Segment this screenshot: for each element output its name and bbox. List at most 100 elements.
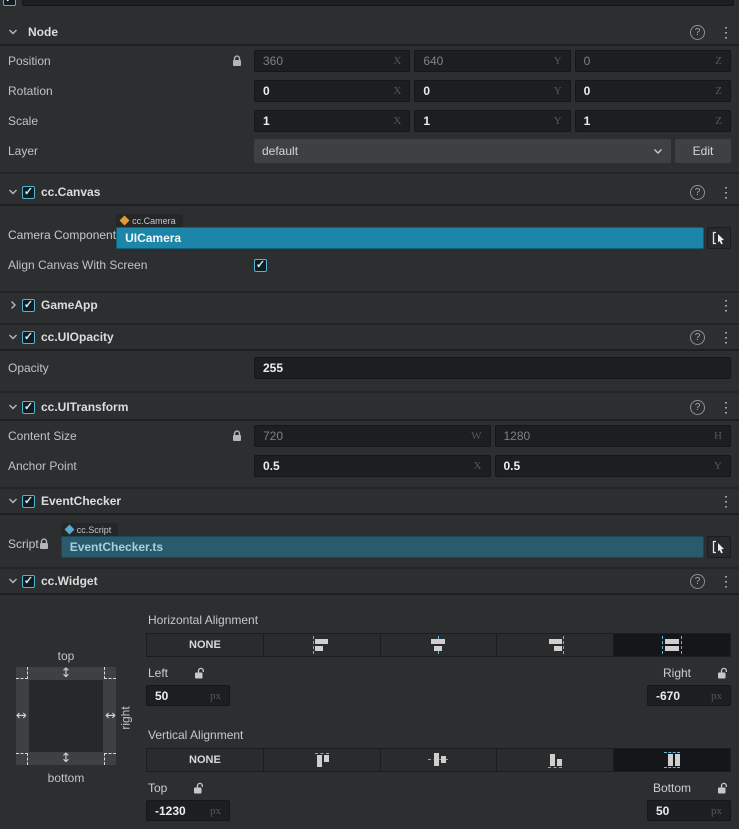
widget-bottom-field[interactable]: 50 px — [647, 800, 731, 821]
top-unlock-icon[interactable] — [193, 782, 205, 795]
updown-arrow-icon: ↕ — [60, 666, 72, 681]
kebab-menu-icon[interactable]: ⋮ — [719, 298, 733, 312]
widget-section-header[interactable]: ✓ cc.Widget ? ⋮ — [0, 569, 739, 593]
rotation-row: Rotation 0X 0Y 0Z — [0, 76, 739, 106]
halign-stretch-button[interactable] — [614, 634, 730, 656]
eventchecker-section-title: EventChecker — [41, 494, 122, 508]
node-section-header[interactable]: Node ? ⋮ — [0, 20, 739, 44]
diagram-bottom-label: bottom — [47, 771, 85, 785]
uiopacity-enabled-checkbox[interactable]: ✓ — [22, 330, 35, 344]
kebab-menu-icon[interactable]: ⋮ — [719, 494, 733, 508]
scale-x-field[interactable]: 1X — [254, 110, 411, 132]
leftright-arrow-icon: ↔ — [105, 708, 116, 724]
eventchecker-section-header[interactable]: ✓ EventChecker ⋮ — [0, 489, 739, 513]
rotation-z-field[interactable]: 0Z — [574, 80, 731, 102]
bottom-label: Bottom — [652, 781, 691, 795]
diagram-right-label: right — [118, 706, 133, 730]
layer-edit-button[interactable]: Edit — [675, 139, 731, 163]
kebab-menu-icon[interactable]: ⋮ — [719, 25, 733, 39]
anchor-y-field[interactable]: 0.5 Y — [494, 455, 731, 477]
widget-right-field[interactable]: -670 px — [647, 685, 731, 706]
help-icon[interactable]: ? — [690, 184, 705, 200]
kebab-menu-icon[interactable]: ⋮ — [719, 185, 733, 199]
halign-left-button[interactable] — [264, 634, 381, 656]
diagram-corner — [104, 753, 116, 765]
script-reference-field[interactable]: EventChecker.ts — [60, 536, 704, 558]
chevron-down-icon[interactable] — [8, 332, 22, 342]
help-icon[interactable]: ? — [690, 24, 705, 40]
rotation-y-field[interactable]: 0Y — [414, 80, 571, 102]
layer-label: Layer — [8, 144, 39, 158]
diagram-corner — [104, 667, 116, 679]
valign-middle-button[interactable] — [381, 749, 498, 771]
position-y-field[interactable]: 640 Y — [414, 50, 571, 72]
node-active-checkbox[interactable]: ✓ — [3, 0, 16, 6]
scale-y-field[interactable]: 1Y — [414, 110, 571, 132]
camera-reference-field[interactable]: UICamera — [116, 227, 704, 249]
canvas-enabled-checkbox[interactable]: ✓ — [22, 185, 35, 199]
content-size-row: Content Size 720 W 1280 H — [0, 421, 739, 451]
opacity-field[interactable]: 255 — [254, 357, 731, 379]
help-icon[interactable]: ? — [690, 329, 705, 345]
valign-none-button[interactable]: NONE — [147, 749, 264, 771]
position-lock-icon[interactable] — [232, 55, 254, 67]
left-unlock-icon[interactable] — [194, 667, 206, 680]
canvas-section-header[interactable]: ✓ cc.Canvas ? ⋮ — [0, 180, 739, 204]
camera-type-tag: cc.Camera — [116, 214, 183, 227]
right-label: Right — [662, 666, 691, 680]
anchor-x-field[interactable]: 0.5 X — [254, 455, 491, 477]
uitransform-section-header[interactable]: ✓ cc.UITransform ? ⋮ — [0, 395, 739, 419]
chevron-down-icon[interactable] — [8, 187, 22, 197]
diagram-left-label: left — [0, 708, 1, 724]
align-stretch-vertical-icon — [657, 751, 687, 769]
layer-select[interactable]: default — [254, 139, 671, 163]
horizontal-alignment-group: NONE — [146, 633, 731, 657]
gameapp-enabled-checkbox[interactable]: ✓ — [22, 298, 35, 312]
align-middle-vertical-icon — [423, 751, 453, 769]
node-name-input[interactable]: Canvas — [22, 0, 734, 6]
valign-stretch-button[interactable] — [614, 749, 730, 771]
script-picker-button[interactable] — [707, 536, 731, 558]
right-unlock-icon[interactable] — [717, 667, 729, 680]
halign-right-button[interactable] — [497, 634, 615, 656]
halign-none-button[interactable]: NONE — [147, 634, 264, 656]
gameapp-section-title: GameApp — [41, 298, 98, 312]
kebab-menu-icon[interactable]: ⋮ — [719, 400, 733, 414]
chevron-down-icon[interactable] — [8, 27, 22, 37]
divider — [0, 285, 739, 293]
position-z-field[interactable]: 0Z — [574, 50, 731, 72]
chevron-down-icon[interactable] — [8, 402, 22, 412]
divider — [0, 317, 739, 325]
widget-top-field[interactable]: -1230 px — [146, 800, 230, 821]
scale-z-field[interactable]: 1Z — [574, 110, 731, 132]
chevron-down-icon[interactable] — [8, 496, 22, 506]
rotation-x-field[interactable]: 0X — [254, 80, 411, 102]
uiopacity-section-header[interactable]: ✓ cc.UIOpacity ? ⋮ — [0, 325, 739, 349]
script-lock-icon[interactable] — [39, 538, 61, 550]
scale-label: Scale — [8, 114, 39, 128]
bottom-unlock-icon[interactable] — [717, 782, 729, 795]
uitransform-section-title: cc.UITransform — [41, 400, 129, 414]
gameapp-section-header[interactable]: ✓ GameApp ⋮ — [0, 293, 739, 317]
position-x-field[interactable]: 360 X — [254, 50, 411, 72]
help-icon[interactable]: ? — [690, 399, 705, 415]
align-top-icon — [307, 751, 337, 769]
widget-left-field[interactable]: 50 px — [146, 685, 230, 706]
align-canvas-checkbox[interactable]: ✓ — [254, 258, 267, 272]
help-icon[interactable]: ? — [690, 573, 705, 589]
chevron-right-icon[interactable] — [8, 300, 22, 310]
eventchecker-enabled-checkbox[interactable]: ✓ — [22, 494, 35, 508]
uitransform-enabled-checkbox[interactable]: ✓ — [22, 400, 35, 414]
valign-bottom-button[interactable] — [497, 749, 615, 771]
kebab-menu-icon[interactable]: ⋮ — [719, 330, 733, 344]
content-height-field[interactable]: 1280 H — [494, 425, 731, 447]
align-stretch-horizontal-icon — [657, 636, 687, 654]
widget-enabled-checkbox[interactable]: ✓ — [22, 574, 35, 588]
kebab-menu-icon[interactable]: ⋮ — [719, 574, 733, 588]
camera-picker-button[interactable] — [707, 227, 731, 249]
halign-center-button[interactable] — [381, 634, 498, 656]
content-width-field[interactable]: 720 W — [254, 425, 491, 447]
valign-top-button[interactable] — [264, 749, 381, 771]
chevron-down-icon[interactable] — [8, 576, 22, 586]
content-size-lock-icon[interactable] — [232, 430, 254, 442]
